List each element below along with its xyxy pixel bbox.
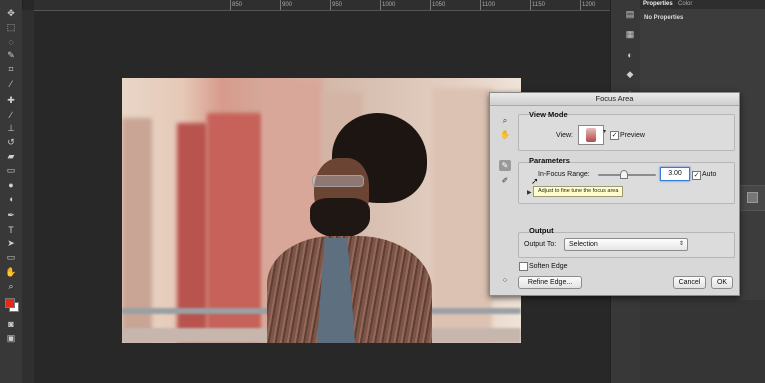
gradient-tool-icon[interactable]: ▭ [5, 165, 17, 176]
zoom-icon[interactable]: ⌕ [499, 115, 511, 126]
hand-icon[interactable]: ✋ [499, 129, 511, 140]
zoom-tool-icon[interactable]: ⌕ [5, 281, 17, 292]
advanced-disclosure-icon[interactable]: ▶ [527, 189, 532, 196]
focus-area-subtract-tool-icon[interactable]: ✐ [499, 175, 511, 186]
horizontal-ruler: 850 900 950 1000 1050 1100 1150 1200 [34, 0, 610, 11]
healing-tool-icon[interactable]: ✚ [5, 95, 17, 106]
parameters-group [518, 162, 735, 204]
output-to-value: Selection [569, 241, 598, 248]
hand-tool-icon[interactable]: ✋ [5, 267, 17, 278]
auto-label: Auto [702, 171, 717, 178]
adjustments-panel-icon[interactable]: ◐ [624, 49, 636, 60]
brush-tool-icon[interactable]: ∕ [5, 109, 17, 120]
pen-tool-icon[interactable]: ✒ [5, 210, 17, 221]
ruler-tick: 1100 [482, 2, 495, 8]
tab-color[interactable]: Color [678, 1, 692, 7]
view-label: View: [556, 132, 573, 139]
ruler-tick: 1050 [432, 2, 446, 8]
in-focus-range-input[interactable]: 3.00 [660, 167, 690, 181]
output-heading: Output [529, 226, 554, 235]
ruler-tick: 850 [232, 2, 243, 8]
parameters-heading: Parameters [529, 156, 570, 165]
preview-label: Preview [620, 132, 645, 139]
eyedropper-tool-icon[interactable]: ⁄ [5, 78, 17, 89]
tools-panel: ✥ ⬚ ◌ ✎ ⌗ ⁄ ✚ ∕ ⊥ ↺ ▰ ▭ ● ◖ ✒ T ➤ ▭ ✋ ⌕ … [0, 0, 23, 383]
select-arrows-icon: ⇕ [678, 241, 684, 247]
type-tool-icon[interactable]: T [5, 224, 17, 235]
view-mode-heading: View Mode [529, 110, 568, 119]
dialog-title: Focus Area [490, 93, 739, 106]
dodge-tool-icon[interactable]: ◖ [5, 193, 17, 204]
in-focus-range-slider-thumb[interactable] [619, 170, 628, 179]
view-dropdown-arrow-icon[interactable]: ▾ [603, 128, 606, 135]
eraser-tool-icon[interactable]: ▰ [5, 151, 17, 162]
lasso-tool-icon[interactable]: ◌ [5, 36, 17, 47]
cancel-button[interactable]: Cancel [673, 276, 706, 289]
mouse-cursor-icon: ➚ [531, 176, 539, 186]
subject-beard [310, 198, 370, 238]
sparkle-icon: ⁘ [501, 276, 509, 285]
in-focus-range-label: In-Focus Range: [538, 171, 590, 178]
stamp-tool-icon[interactable]: ⊥ [5, 123, 17, 134]
subject-glasses [312, 175, 364, 187]
output-to-label: Output To: [524, 241, 557, 248]
output-to-select[interactable]: Selection ⇕ [564, 238, 688, 251]
history-brush-tool-icon[interactable]: ↺ [5, 137, 17, 148]
layers-area [640, 300, 765, 383]
ruler-tick: 1000 [382, 2, 396, 8]
preview-checkbox[interactable]: ✓ [610, 131, 619, 140]
foreground-color-swatch[interactable] [5, 298, 15, 308]
marquee-tool-icon[interactable]: ⬚ [5, 22, 17, 33]
tab-properties[interactable]: Properties [643, 1, 673, 7]
path-select-tool-icon[interactable]: ➤ [5, 238, 17, 249]
move-tool-icon[interactable]: ✥ [5, 8, 17, 19]
crop-tool-icon[interactable]: ⌗ [5, 64, 17, 75]
history-panel-icon[interactable]: ▤ [624, 9, 636, 20]
no-properties-text: No Properties [644, 15, 684, 21]
view-thumbnail[interactable] [578, 125, 604, 145]
focus-area-add-tool-icon[interactable]: ✎ [499, 160, 511, 171]
styles-panel-icon[interactable]: ◆ [624, 69, 636, 80]
screen-mode-icon[interactable]: ▣ [5, 333, 17, 344]
shape-tool-icon[interactable]: ▭ [5, 252, 17, 263]
ruler-tick: 900 [282, 2, 293, 8]
ruler-tick: 950 [332, 2, 343, 8]
ruler-tick: 1200 [582, 2, 596, 8]
refine-edge-button[interactable]: Refine Edge... [518, 276, 582, 289]
swatches-panel-icon[interactable]: ▦ [624, 29, 636, 40]
ok-button[interactable]: OK [711, 276, 733, 289]
layer-thumbnail-icon [747, 192, 758, 203]
auto-checkbox[interactable]: ✓ [692, 171, 701, 180]
ruler-tick: 1150 [532, 2, 545, 8]
document-photo[interactable] [122, 78, 521, 343]
quick-select-tool-icon[interactable]: ✎ [5, 50, 17, 61]
soften-edge-checkbox[interactable] [519, 262, 528, 271]
range-tooltip: Adjust to fine tune the focus area [533, 186, 624, 197]
blur-tool-icon[interactable]: ● [5, 179, 17, 190]
quick-mask-icon[interactable]: ◙ [5, 318, 17, 329]
soften-edge-label: Soften Edge [529, 263, 568, 270]
